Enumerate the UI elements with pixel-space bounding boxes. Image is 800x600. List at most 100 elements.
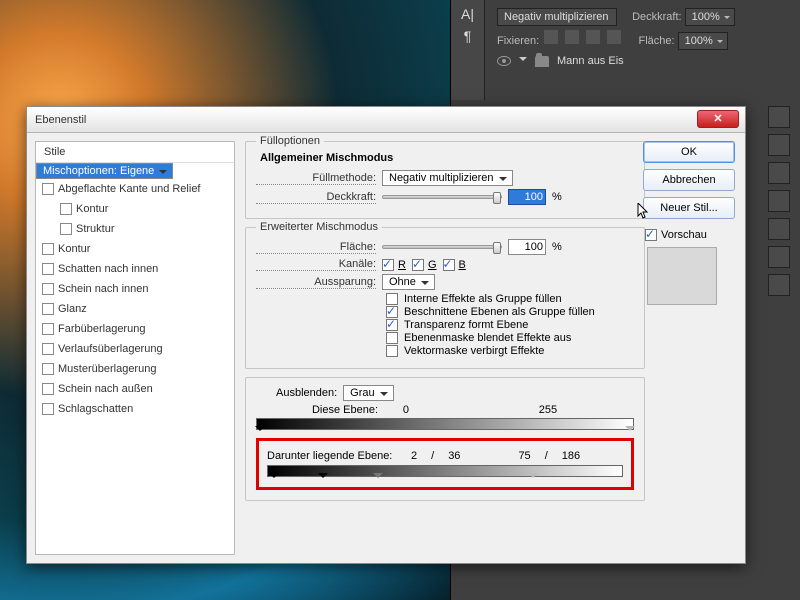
style-item[interactable]: Schein nach außen — [36, 379, 234, 399]
type-icon[interactable]: A| — [451, 6, 484, 22]
paragraph-icon[interactable]: ¶ — [451, 28, 484, 44]
panel-util-icon[interactable] — [768, 190, 790, 212]
channel-g-checkbox[interactable]: G — [412, 259, 437, 271]
opacity-slider[interactable] — [382, 195, 502, 199]
this-layer-label: Diese Ebene: — [258, 404, 378, 416]
channel-r-checkbox[interactable]: R — [382, 259, 406, 271]
fill-method-select[interactable]: Negativ multiplizieren — [382, 170, 513, 186]
this-layer-gradient[interactable] — [256, 418, 634, 430]
style-checkbox[interactable] — [42, 283, 54, 295]
style-item[interactable]: Kontur — [36, 239, 234, 259]
layer-name: Mann aus Eis — [557, 55, 624, 67]
style-checkbox[interactable] — [42, 263, 54, 275]
style-item[interactable]: Schlagschatten — [36, 399, 234, 419]
under-w2-marker[interactable] — [528, 473, 538, 483]
blend-if-group: Ausblenden: Grau Diese Ebene: 0 255 Da — [245, 377, 645, 501]
adv-check-row[interactable]: Interne Effekte als Gruppe füllen — [386, 293, 634, 305]
style-label: Musterüberlagerung — [58, 363, 156, 375]
lock-transparency-icon[interactable] — [544, 30, 558, 44]
style-label: Struktur — [76, 223, 115, 235]
style-checkbox[interactable] — [42, 403, 54, 415]
under-b1-marker[interactable] — [269, 473, 279, 483]
under-layer-label: Darunter liegende Ebene: — [267, 450, 397, 462]
new-style-button[interactable]: Neuer Stil... — [643, 197, 735, 219]
adv-check-row[interactable]: Ebenenmaske blendet Effekte aus — [386, 332, 634, 344]
panel-blend-mode-select[interactable]: Negativ multiplizieren — [497, 8, 617, 26]
style-checkbox[interactable] — [60, 203, 72, 215]
this-white-value: 255 — [539, 404, 557, 416]
fill-options-group: Fülloptionen Allgemeiner Mischmodus Füll… — [245, 141, 645, 219]
style-item[interactable]: Schatten nach innen — [36, 259, 234, 279]
under-b2-marker[interactable] — [318, 473, 328, 483]
checkbox[interactable] — [386, 319, 398, 331]
area-input[interactable]: 100 — [508, 239, 546, 255]
checkbox[interactable] — [386, 332, 398, 344]
panel-fill-label: Fläche: — [639, 35, 675, 47]
under-w1: 75 — [518, 450, 530, 462]
style-item[interactable]: Kontur — [36, 199, 234, 219]
adv-check-row[interactable]: Vektormaske verbirgt Effekte — [386, 345, 634, 357]
style-checkbox[interactable] — [42, 323, 54, 335]
under-b1: 2 — [411, 450, 417, 462]
preview-checkbox[interactable]: Vorschau — [645, 229, 707, 241]
fill-method-label: Füllmethode: — [256, 172, 376, 185]
style-checkbox[interactable] — [42, 183, 54, 195]
panel-util-icon[interactable] — [768, 274, 790, 296]
area-slider[interactable] — [382, 245, 502, 249]
dock-strip: A| ¶ — [451, 0, 485, 100]
lock-all-icon[interactable] — [607, 30, 621, 44]
blendif-select[interactable]: Grau — [343, 385, 393, 401]
style-item[interactable]: Musterüberlagerung — [36, 359, 234, 379]
style-item[interactable]: Mischoptionen: Eigene — [36, 163, 173, 179]
this-black-value: 0 — [403, 404, 409, 416]
style-item[interactable]: Glanz — [36, 299, 234, 319]
panel-util-icon[interactable] — [768, 246, 790, 268]
style-checkbox[interactable] — [42, 383, 54, 395]
panel-fill-value[interactable]: 100% — [678, 32, 728, 50]
this-black-marker[interactable] — [255, 426, 265, 436]
adv-check-row[interactable]: Transparenz formt Ebene — [386, 319, 634, 331]
style-label: Glanz — [58, 303, 87, 315]
panel-util-icon[interactable] — [768, 134, 790, 156]
adv-check-row[interactable]: Beschnittene Ebenen als Gruppe füllen — [386, 306, 634, 318]
this-white-marker[interactable] — [625, 426, 635, 436]
styles-header: Stile — [36, 142, 234, 163]
style-label: Kontur — [76, 203, 108, 215]
style-label: Schatten nach innen — [58, 263, 158, 275]
style-checkbox[interactable] — [42, 243, 54, 255]
check-label: Vektormaske verbirgt Effekte — [404, 345, 544, 357]
style-checkbox[interactable] — [42, 343, 54, 355]
knockout-select[interactable]: Ohne — [382, 274, 435, 290]
check-label: Transparenz formt Ebene — [404, 319, 528, 331]
under-w1-marker[interactable] — [373, 473, 383, 483]
style-checkbox[interactable] — [42, 303, 54, 315]
under-layer-gradient[interactable] — [267, 465, 623, 477]
panel-opacity-value[interactable]: 100% — [685, 8, 735, 26]
lock-pixels-icon[interactable] — [565, 30, 579, 44]
layer-row[interactable]: Mann aus Eis — [497, 55, 624, 67]
panel-util-icon[interactable] — [768, 162, 790, 184]
check-label: Beschnittene Ebenen als Gruppe füllen — [404, 306, 595, 318]
style-item[interactable]: Struktur — [36, 219, 234, 239]
expand-icon[interactable] — [519, 57, 527, 65]
panel-util-icon[interactable] — [768, 218, 790, 240]
style-item[interactable]: Verlaufsüberlagerung — [36, 339, 234, 359]
checkbox[interactable] — [386, 345, 398, 357]
panel-util-icon[interactable] — [768, 106, 790, 128]
opacity-input[interactable]: 100 — [508, 189, 546, 205]
under-b2: 36 — [448, 450, 460, 462]
style-item[interactable]: Farbüberlagerung — [36, 319, 234, 339]
lock-position-icon[interactable] — [586, 30, 600, 44]
cancel-button[interactable]: Abbrechen — [643, 169, 735, 191]
style-item[interactable]: Schein nach innen — [36, 279, 234, 299]
ok-button[interactable]: OK — [643, 141, 735, 163]
layer-style-dialog: Ebenenstil ✕ Stile Mischoptionen: Eigene… — [26, 106, 746, 564]
dialog-titlebar[interactable]: Ebenenstil ✕ — [27, 107, 745, 133]
style-item[interactable]: Abgeflachte Kante und Relief — [36, 179, 234, 199]
check-label: Ebenenmaske blendet Effekte aus — [404, 332, 571, 344]
style-checkbox[interactable] — [60, 223, 72, 235]
style-checkbox[interactable] — [42, 363, 54, 375]
close-button[interactable]: ✕ — [697, 110, 739, 128]
visibility-icon[interactable] — [497, 56, 511, 66]
channel-b-checkbox[interactable]: B — [443, 259, 466, 271]
